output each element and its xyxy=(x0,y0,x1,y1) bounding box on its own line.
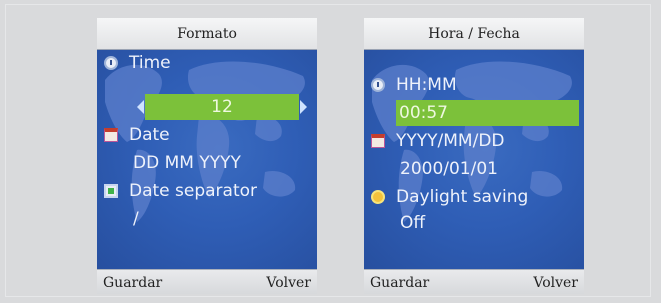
screen-title: Formato xyxy=(97,18,317,50)
world-map-background: Time 12 Date DD MM YYYY Date separator / xyxy=(97,50,317,269)
screen-title: Hora / Fecha xyxy=(364,18,584,50)
time-format-row[interactable]: HH:MM xyxy=(364,72,584,98)
date-format-row[interactable]: YYYY/MM/DD xyxy=(364,128,584,154)
date-separator-row[interactable]: Date separator xyxy=(97,178,317,204)
date-label: Date xyxy=(129,125,170,145)
world-map-background: HH:MM 00:57 YYYY/MM/DD 2000/01/01 Daylig… xyxy=(364,50,584,269)
date-separator-value-row[interactable]: / xyxy=(97,206,317,232)
date-format-value: DD MM YYYY xyxy=(133,153,241,173)
time-date-screen: Hora / Fecha HH:MM 00:57 YYYY/MM/DD 2000… xyxy=(364,18,584,294)
daylight-saving-value-row[interactable]: Off xyxy=(364,210,584,236)
calendar-icon xyxy=(104,128,118,142)
save-softkey[interactable]: Guardar xyxy=(103,270,162,294)
back-softkey[interactable]: Volver xyxy=(266,270,311,294)
date-format-row[interactable]: DD MM YYYY xyxy=(97,150,317,176)
arrow-right-icon[interactable] xyxy=(300,100,307,114)
clock-icon xyxy=(104,56,118,70)
date-row[interactable]: Date xyxy=(97,122,317,148)
date-value-row[interactable]: 2000/01/01 xyxy=(364,156,584,182)
date-separator-value: / xyxy=(133,209,139,229)
time-row[interactable]: Time xyxy=(97,50,317,76)
date-format-label: YYYY/MM/DD xyxy=(396,131,505,151)
date-value: 2000/01/01 xyxy=(400,159,498,179)
time-format-label: HH:MM xyxy=(396,75,457,95)
time-label: Time xyxy=(129,53,171,73)
back-softkey[interactable]: Volver xyxy=(533,270,578,294)
date-separator-icon xyxy=(104,184,118,198)
daylight-saving-value: Off xyxy=(400,213,426,233)
clock-icon xyxy=(371,78,385,92)
time-format-selector[interactable]: 12 xyxy=(145,94,299,120)
format-screen: Formato Time 12 Date DD MM YYYY Date sep… xyxy=(97,18,317,294)
date-separator-label: Date separator xyxy=(129,181,258,201)
calendar-icon xyxy=(371,134,385,148)
daylight-saving-label: Daylight saving xyxy=(396,187,529,207)
softkey-bar: Guardar Volver xyxy=(364,269,584,294)
softkey-bar: Guardar Volver xyxy=(97,269,317,294)
sun-icon xyxy=(373,192,383,202)
time-value-field[interactable]: 00:57 xyxy=(396,100,579,126)
daylight-saving-row[interactable]: Daylight saving xyxy=(364,184,584,210)
save-softkey[interactable]: Guardar xyxy=(370,270,429,294)
arrow-left-icon[interactable] xyxy=(137,100,144,114)
